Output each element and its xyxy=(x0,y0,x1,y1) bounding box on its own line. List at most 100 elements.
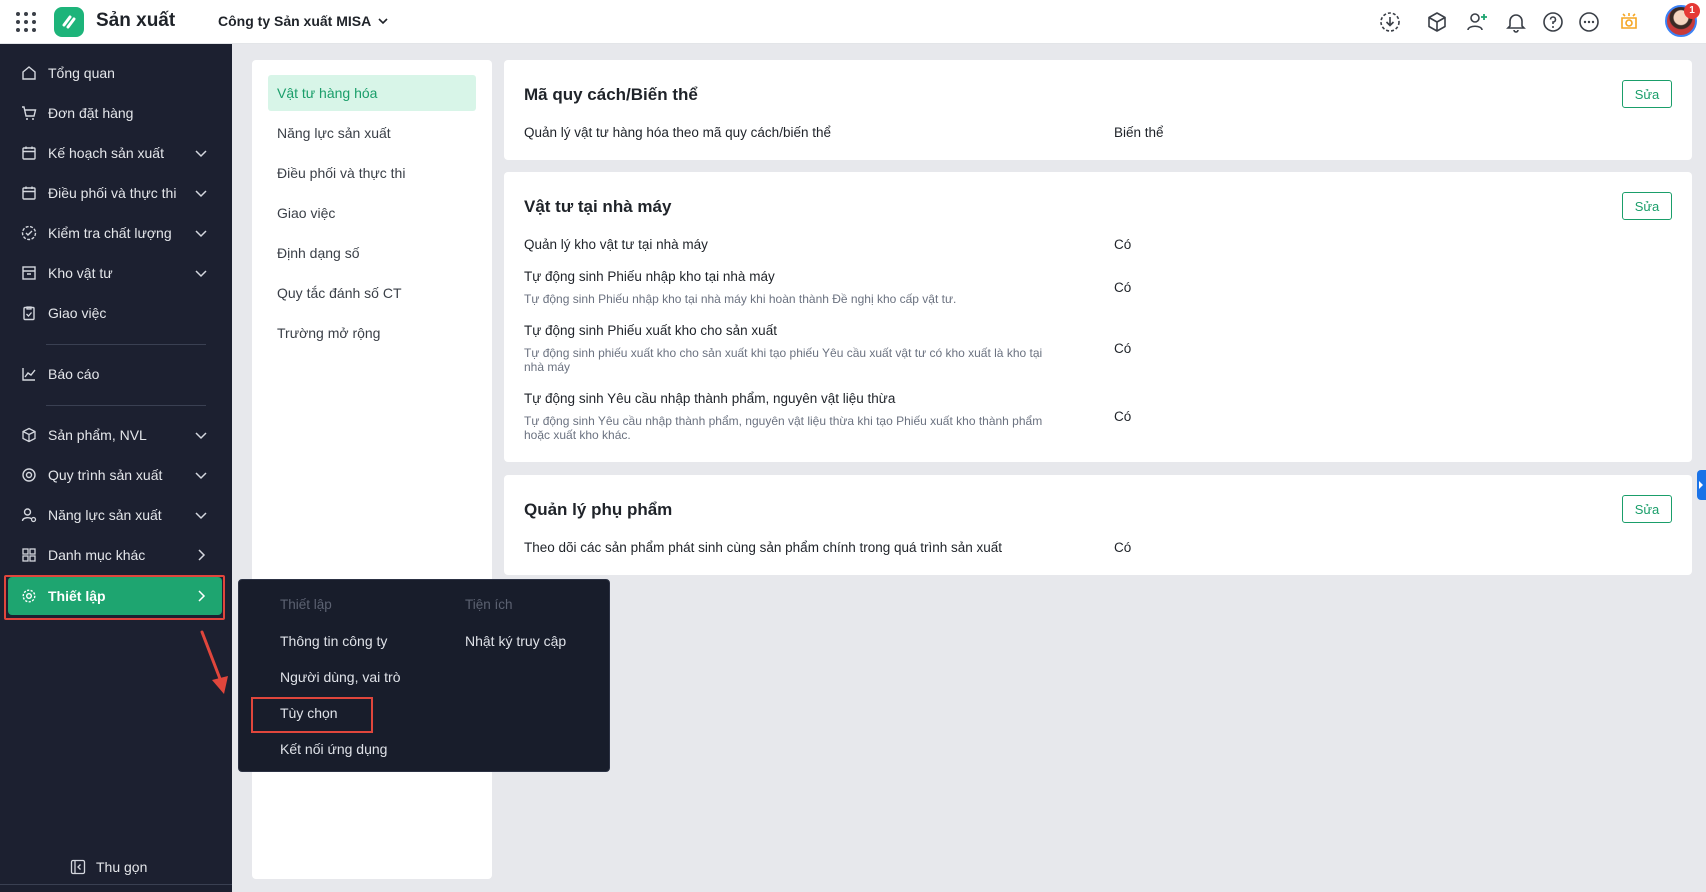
setting-label: Quản lý vật tư hàng hóa theo mã quy cách… xyxy=(524,125,831,140)
setting-label: Theo dõi các sản phẩm phát sinh cùng sản… xyxy=(524,540,1003,555)
chevron-right-icon xyxy=(198,549,206,561)
side-panel-toggle[interactable] xyxy=(1697,470,1706,500)
help-icon[interactable] xyxy=(1541,10,1565,34)
popup-item-access-log[interactable]: Nhật ký truy cập xyxy=(465,633,566,649)
setting-label: Tự động sinh Yêu cầu nhập thành phẩm, ng… xyxy=(524,391,896,406)
setting-description: Tự động sinh Phiếu nhập kho tại nhà máy … xyxy=(524,292,957,306)
setting-description: Tự động sinh Yêu cầu nhập thành phẩm, ng… xyxy=(524,414,1043,442)
collapse-sidebar-button[interactable]: Thu gọn xyxy=(70,859,147,875)
settings-menu-item-capacity[interactable]: Năng lực sản xuất xyxy=(268,115,476,151)
chevron-down-icon xyxy=(195,230,207,238)
settings-highlight-box xyxy=(4,575,225,620)
settings-menu-item-dispatch[interactable]: Điều phối và thực thi xyxy=(268,155,476,191)
card-title: Quản lý phụ phẩm xyxy=(524,500,673,519)
sidebar-item-orders[interactable]: Đơn đặt hàng xyxy=(8,94,222,132)
popup-section-head: Tiện ích xyxy=(465,597,513,612)
settings-menu-label: Trường mở rộng xyxy=(277,325,381,341)
sidebar-item-products[interactable]: Sản phẩm, NVL xyxy=(8,416,222,454)
chevron-down-icon xyxy=(378,18,388,25)
company-name: Công ty Sản xuất MISA xyxy=(218,13,372,29)
popup-item-app-connections[interactable]: Kết nối ứng dụng xyxy=(280,741,387,757)
user-gear-icon xyxy=(21,507,37,523)
grid-icon xyxy=(21,547,37,563)
settings-menu-item-number-format[interactable]: Định dạng số xyxy=(268,235,476,271)
sidebar-item-process[interactable]: Quy trình sản xuất xyxy=(8,456,222,494)
settings-menu-item-custom-fields[interactable]: Trường mở rộng xyxy=(268,315,476,351)
collapse-icon xyxy=(70,859,86,875)
sidebar-item-production-plan[interactable]: Kế hoạch sản xuất xyxy=(8,134,222,172)
settings-menu-label: Năng lực sản xuất xyxy=(277,125,391,141)
popup-item-company-info[interactable]: Thông tin công ty xyxy=(280,633,387,649)
chevron-down-icon xyxy=(195,190,207,198)
collapse-label: Thu gọn xyxy=(96,859,148,875)
sidebar: Tổng quan Đơn đặt hàng Kế hoạch sản xuất… xyxy=(0,44,232,892)
popup-section-head: Thiết lập xyxy=(280,597,332,612)
card-title: Vật tư tại nhà máy xyxy=(524,197,672,216)
sidebar-item-warehouse[interactable]: Kho vật tư xyxy=(8,254,222,292)
sidebar-item-label: Danh mục khác xyxy=(48,547,146,563)
app-launcher-icon[interactable] xyxy=(16,12,36,32)
sidebar-divider xyxy=(0,884,232,885)
settings-menu-label: Định dạng số xyxy=(277,245,360,261)
chevron-down-icon xyxy=(195,150,207,158)
sidebar-item-quality[interactable]: Kiểm tra chất lượng xyxy=(8,214,222,252)
sidebar-item-capacity[interactable]: Năng lực sản xuất xyxy=(8,496,222,534)
more-icon[interactable] xyxy=(1577,10,1601,34)
setting-label: Tự động sinh Phiếu xuất kho cho sản xuất xyxy=(524,323,777,338)
sidebar-item-dispatch[interactable]: Điều phối và thực thi xyxy=(8,174,222,212)
edit-button[interactable]: Sửa xyxy=(1622,80,1672,108)
settings-menu-label: Điều phối và thực thi xyxy=(277,165,406,181)
cart-icon xyxy=(21,105,37,121)
settings-menu-item-numbering-rules[interactable]: Quy tắc đánh số CT xyxy=(268,275,476,311)
clipboard-icon xyxy=(21,305,37,321)
chevron-down-icon xyxy=(195,270,207,278)
sidebar-item-reports[interactable]: Báo cáo xyxy=(8,355,222,393)
chart-icon xyxy=(21,366,37,382)
options-highlight-box xyxy=(251,697,373,733)
company-switcher[interactable]: Công ty Sản xuất MISA xyxy=(218,13,389,29)
setting-value: Có xyxy=(1114,540,1132,555)
sidebar-divider xyxy=(46,344,206,345)
sidebar-item-label: Quy trình sản xuất xyxy=(48,467,163,483)
calendar-clock-icon xyxy=(21,185,37,201)
sidebar-item-label: Đơn đặt hàng xyxy=(48,105,134,121)
bell-icon[interactable] xyxy=(1504,10,1528,34)
setting-label: Tự động sinh Phiếu nhập kho tại nhà máy xyxy=(524,269,775,284)
edit-button[interactable]: Sửa xyxy=(1622,495,1672,523)
setting-description: Tự động sinh phiếu xuất kho cho sản xuất… xyxy=(524,346,1043,374)
add-user-icon[interactable] xyxy=(1465,10,1489,34)
package-icon[interactable] xyxy=(1425,10,1449,34)
download-icon[interactable] xyxy=(1378,10,1402,34)
warehouse-icon xyxy=(21,265,37,281)
settings-menu-item-tasks[interactable]: Giao việc xyxy=(268,195,476,231)
sidebar-item-overview[interactable]: Tổng quan xyxy=(8,54,222,92)
sidebar-item-label: Điều phối và thực thi xyxy=(48,185,177,201)
chevron-down-icon xyxy=(195,472,207,480)
sidebar-item-tasks[interactable]: Giao việc xyxy=(8,294,222,332)
edit-button[interactable]: Sửa xyxy=(1622,192,1672,220)
process-icon xyxy=(21,467,37,483)
setting-value: Có xyxy=(1114,280,1132,295)
sidebar-item-catalogs[interactable]: Danh mục khác xyxy=(8,536,222,574)
setting-label: Quản lý kho vật tư tại nhà máy xyxy=(524,237,708,252)
app-logo-icon xyxy=(54,7,84,37)
settings-menu-label: Vật tư hàng hóa xyxy=(277,85,378,101)
setting-value: Có xyxy=(1114,237,1132,252)
sidebar-item-label: Sản phẩm, NVL xyxy=(48,427,147,443)
sidebar-item-label: Kho vật tư xyxy=(48,265,113,281)
settings-menu-label: Giao việc xyxy=(277,205,336,221)
lightbulb-icon[interactable] xyxy=(1617,10,1641,34)
box-icon xyxy=(21,427,37,443)
byproduct-card: Quản lý phụ phẩm Sửa Theo dõi các sản ph… xyxy=(504,475,1692,575)
variant-card: Mã quy cách/Biến thể Sửa Quản lý vật tư … xyxy=(504,60,1692,160)
sidebar-item-label: Kiểm tra chất lượng xyxy=(48,225,172,241)
sidebar-item-label: Báo cáo xyxy=(48,366,100,382)
settings-menu-label: Quy tắc đánh số CT xyxy=(277,285,402,301)
popup-item-users-roles[interactable]: Người dùng, vai trò xyxy=(280,669,401,685)
settings-menu-item-materials[interactable]: Vật tư hàng hóa xyxy=(268,75,476,111)
factory-materials-card: Vật tư tại nhà máy Sửa Quản lý kho vật t… xyxy=(504,172,1692,462)
sidebar-divider xyxy=(46,405,206,406)
settings-popup-menu: Thiết lập Thông tin công ty Người dùng, … xyxy=(238,579,610,772)
calendar-icon xyxy=(21,145,37,161)
sidebar-item-label: Kế hoạch sản xuất xyxy=(48,145,164,161)
